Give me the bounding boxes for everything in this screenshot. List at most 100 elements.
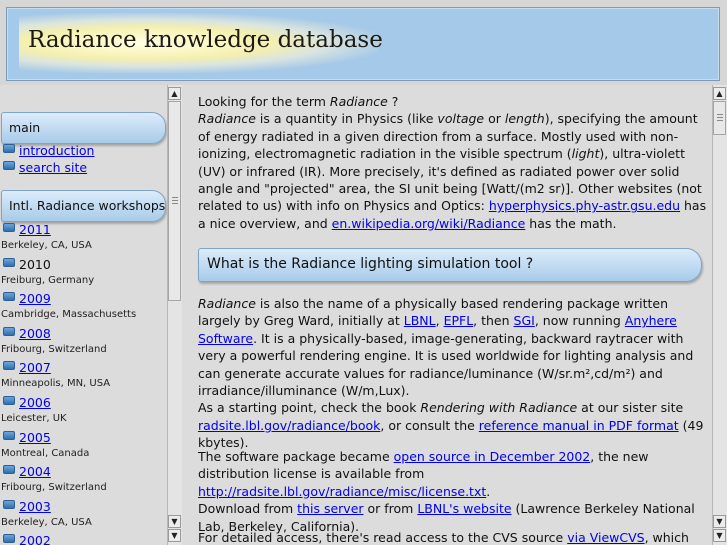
viewcvs-link[interactable]: via ViewCVS [567, 530, 644, 545]
workshop-year-item[interactable]: 2003 [3, 499, 51, 516]
lbnl-link[interactable]: LBNL [404, 313, 436, 328]
workshop-year-item[interactable]: 2011 [3, 222, 51, 239]
intro-question-term: Radiance [329, 94, 388, 109]
bullet-icon [3, 326, 15, 336]
workshop-year-link[interactable]: 2006 [19, 395, 51, 410]
sidebar-section-main: main [1, 112, 166, 144]
hyperphysics-link[interactable]: hyperphysics.phy-astr.gsu.edu [489, 198, 680, 213]
workshop-year-text: 2010 [19, 256, 51, 272]
sidebar-section-label: Intl. Radiance workshops [9, 198, 166, 213]
text-span: , then [473, 313, 514, 329]
bullet-icon [3, 430, 15, 440]
workshop-year-link[interactable]: 2004 [19, 464, 51, 479]
text-span: Radiance [198, 111, 256, 127]
introduction-link[interactable]: introduction [19, 143, 94, 158]
text-span: , or consult the [380, 417, 479, 433]
search-site-link[interactable]: search site [19, 160, 87, 175]
workshop-year-link[interactable]: 2002 [19, 533, 51, 545]
section-heading-text: What is the Radiance lighting simulation… [207, 256, 534, 272]
text-span: . [486, 483, 491, 499]
text-span: is a quantity in Physics (like [255, 111, 438, 127]
lbnl-website-link[interactable]: LBNL's website [417, 501, 511, 516]
workshop-year-link[interactable]: 2003 [19, 499, 51, 514]
sgi-link[interactable]: SGI [514, 313, 535, 328]
text-span: . It is a physically-based, image-genera… [198, 330, 694, 399]
workshop-location: Minneapolis, MN, USA [1, 378, 111, 390]
workshop-year-link[interactable]: 2009 [19, 291, 51, 306]
open-source-link[interactable]: open source in December 2002 [394, 449, 591, 464]
book-title: Rendering with Radiance [420, 400, 578, 416]
section-heading: What is the Radiance lighting simulation… [198, 248, 702, 282]
workshop-year-item[interactable]: 2006 [3, 395, 51, 412]
workshop-year-item[interactable]: 2008 [3, 326, 51, 343]
text-span: or from [363, 501, 418, 517]
bullet-icon [3, 223, 15, 232]
bullet-icon [3, 144, 15, 153]
bullet-icon [3, 465, 15, 475]
sidebar: main introduction search site Intl. Radi… [0, 85, 167, 545]
workshop-year-item: 2010 [3, 257, 51, 274]
text-span: , now running [534, 313, 625, 329]
text-span: voltage [437, 111, 485, 127]
scroll-thumb[interactable] [168, 101, 181, 301]
wikipedia-link[interactable]: en.wikipedia.org/wiki/Radiance [332, 216, 526, 231]
workshop-location: Cambridge, Massachusetts [1, 309, 137, 321]
intro-question-suffix: ? [387, 94, 399, 109]
main-scrollbar[interactable]: ▲ ▼ ▼ [712, 85, 727, 545]
scroll-thumb[interactable] [713, 101, 726, 135]
sidebar-scrollbar[interactable]: ▲ ▼ ▼ [167, 85, 182, 545]
text-span: Download from [198, 501, 298, 517]
scroll-up-arrow-icon[interactable]: ▲ [713, 87, 726, 100]
workshop-location: Montreal, Canada [1, 447, 90, 459]
intro-paragraph: Looking for the term Radiance ? Radiance… [198, 93, 710, 232]
sidebar-item-search[interactable]: search site [3, 160, 87, 177]
workshop-year-link[interactable]: 2011 [19, 222, 51, 237]
workshop-location: Freiburg, Germany [1, 274, 95, 286]
bullet-icon [3, 499, 15, 509]
license-link[interactable]: http://radsite.lbl.gov/radiance/misc/lic… [198, 484, 486, 499]
workshop-year-link[interactable]: 2005 [19, 430, 51, 445]
text-span: , [435, 313, 444, 329]
reference-manual-link[interactable]: reference manual in PDF format [479, 418, 679, 433]
scroll-end-arrow-icon[interactable]: ▼ [168, 529, 181, 542]
sidebar-section-workshops: Intl. Radiance workshops [1, 190, 166, 222]
workshop-location: Fribourg, Switzerland [1, 482, 107, 494]
scroll-up-arrow-icon[interactable]: ▲ [168, 87, 181, 100]
radsite-book-link[interactable]: radsite.lbl.gov/radiance/book [198, 418, 380, 433]
epfl-link[interactable]: EPFL [444, 313, 474, 328]
text-span: The software package became [198, 449, 394, 464]
text-span: length [504, 111, 545, 127]
bullet-icon [3, 534, 15, 544]
workshop-year-item[interactable]: 2002 [3, 533, 51, 545]
sidebar-item-introduction[interactable]: introduction [3, 143, 94, 160]
intro-question-text: Looking for the term [198, 94, 330, 109]
text-span: or [484, 111, 505, 127]
bullet-icon [3, 396, 15, 405]
workshop-location: Berkeley, CA, USA [1, 516, 92, 528]
workshop-year-item[interactable]: 2007 [3, 360, 51, 377]
page-header: Radiance knowledge database [0, 0, 727, 85]
workshop-year-link[interactable]: 2007 [19, 360, 51, 375]
workshop-year-item[interactable]: 2004 [3, 464, 51, 481]
this-server-link[interactable]: this server [297, 501, 363, 516]
main-content: Looking for the term Radiance ? Radiance… [182, 85, 712, 545]
software-paragraph: The software package became open source … [198, 448, 710, 535]
site-title: Radiance knowledge database [28, 27, 383, 53]
workshop-location: Leicester, UK [1, 413, 67, 424]
workshop-year-item[interactable]: 2005 [3, 430, 51, 447]
workshop-year-link[interactable]: 2008 [19, 326, 51, 341]
workshop-location: Berkeley, CA, USA [1, 240, 92, 251]
scroll-down-arrow-icon[interactable]: ▼ [168, 515, 181, 528]
bullet-icon [3, 257, 15, 267]
scroll-end-arrow-icon[interactable]: ▼ [713, 529, 726, 542]
text-span: Radiance [198, 296, 256, 311]
grip-icon [717, 114, 723, 123]
sidebar-section-label: main [9, 120, 41, 135]
grip-icon [172, 197, 178, 206]
workshop-year-item[interactable]: 2009 [3, 291, 51, 308]
workshop-location: Fribourg, Switzerland [1, 343, 107, 355]
bullet-icon [3, 361, 15, 371]
bullet-icon [3, 161, 15, 170]
scroll-down-arrow-icon[interactable]: ▼ [713, 515, 726, 528]
tool-paragraph: Radiance is also the name of a physicall… [198, 295, 710, 452]
